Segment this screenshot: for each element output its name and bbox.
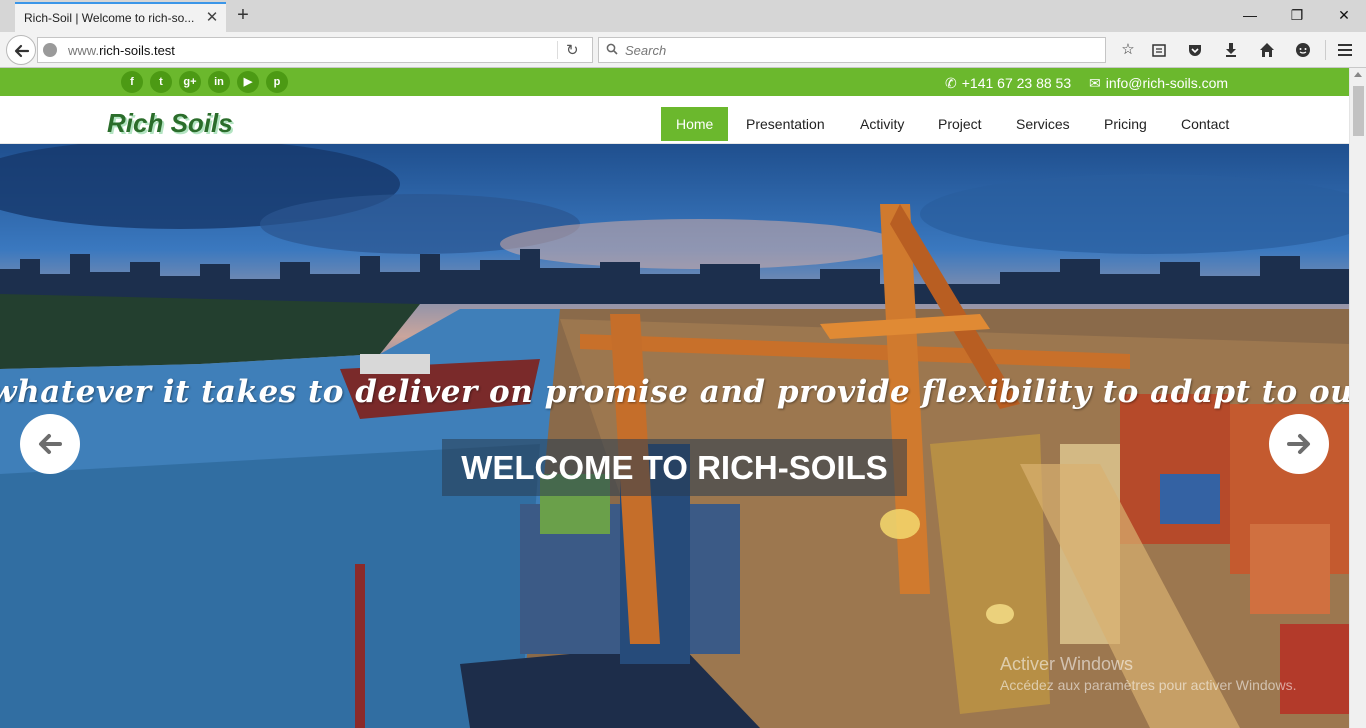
harbor-image [0, 144, 1349, 728]
hero-slider: whatever it takes to deliver on promise … [0, 144, 1349, 728]
back-arrow-icon [14, 44, 30, 58]
menu-presentation[interactable]: Presentation [731, 107, 840, 141]
browser-tab[interactable]: Rich-Soil | Welcome to rich-so... ✕ [15, 2, 226, 32]
email-contact[interactable]: ✉ info@rich-soils.com [1089, 75, 1228, 92]
tab-title: Rich-Soil | Welcome to rich-so... [24, 11, 195, 25]
hero-tagline: whatever it takes to deliver on promise … [0, 374, 1349, 410]
new-tab-button[interactable]: + [233, 5, 253, 25]
maximize-button[interactable]: ❐ [1285, 4, 1309, 26]
browser-navbar: www.rich-soils.test ↻ Search ☆ [0, 32, 1366, 68]
globe-icon [43, 43, 57, 57]
site-topbar: f t g+ in ▶ p ✆ +141 67 23 88 53 ✉ info@ri… [0, 68, 1349, 96]
url-divider [557, 41, 558, 59]
menu-project[interactable]: Project [923, 107, 997, 141]
tab-bar: Rich-Soil | Welcome to rich-so... ✕ + — … [0, 0, 1366, 32]
watermark-line-2: Accédez aux paramètres pour activer Wind… [1000, 677, 1297, 693]
prev-slide-button[interactable] [20, 414, 80, 474]
phone-contact: ✆ +141 67 23 88 53 [945, 75, 1071, 92]
hero-title: WELCOME TO RICH-SOILS [442, 439, 907, 496]
minimize-button[interactable]: — [1238, 4, 1262, 26]
site-logo[interactable]: Rich Soils [107, 108, 233, 139]
tab-close-icon[interactable]: ✕ [204, 10, 220, 26]
linkedin-icon[interactable]: in [208, 71, 230, 93]
menu-activity[interactable]: Activity [845, 107, 919, 141]
page-scrollbar[interactable] [1349, 68, 1366, 728]
site-header: Rich Soils Home Presentation Activity Pr… [0, 96, 1349, 144]
email-address[interactable]: info@rich-soils.com [1106, 75, 1228, 91]
menu-contact[interactable]: Contact [1166, 107, 1244, 141]
star-icon[interactable]: ☆ [1117, 39, 1139, 61]
watermark-line-1: Activer Windows [1000, 654, 1134, 674]
back-button[interactable] [6, 35, 36, 65]
arrow-left-icon [39, 434, 62, 454]
menu-home[interactable]: Home [661, 107, 729, 141]
reading-list-icon[interactable] [1148, 39, 1170, 61]
web-page: f t g+ in ▶ p ✆ +141 67 23 88 53 ✉ info@ri… [0, 68, 1349, 728]
search-placeholder: Search [625, 43, 667, 58]
twitter-icon[interactable]: t [150, 71, 172, 93]
scroll-up-icon[interactable] [1354, 72, 1362, 77]
home-icon[interactable] [1256, 39, 1278, 61]
youtube-icon[interactable]: ▶ [237, 71, 259, 93]
url-prefix: www. [68, 43, 100, 58]
menu-pricing[interactable]: Pricing [1089, 107, 1162, 141]
pocket-icon[interactable] [1184, 39, 1206, 61]
scroll-thumb[interactable] [1353, 86, 1364, 136]
arrow-right-icon [1287, 434, 1310, 454]
chat-icon[interactable] [1292, 39, 1314, 61]
google-plus-icon[interactable]: g+ [179, 71, 201, 93]
menu-icon[interactable] [1334, 39, 1356, 61]
next-slide-button[interactable] [1269, 414, 1329, 474]
toolbar-divider [1325, 40, 1326, 60]
pinterest-icon[interactable]: p [266, 71, 288, 93]
email-icon: ✉ [1089, 75, 1101, 91]
menu-services[interactable]: Services [1001, 107, 1085, 141]
phone-icon: ✆ [945, 75, 957, 91]
phone-number: +141 67 23 88 53 [961, 75, 1072, 91]
download-icon[interactable] [1220, 39, 1242, 61]
close-window-button[interactable]: ✕ [1332, 4, 1356, 26]
url-bar[interactable]: www.rich-soils.test ↻ [37, 37, 593, 63]
search-bar[interactable]: Search [598, 37, 1106, 63]
search-icon [606, 43, 618, 55]
url-host: rich-soils.test [99, 43, 175, 58]
url-text: www.rich-soils.test [68, 43, 175, 58]
facebook-icon[interactable]: f [121, 71, 143, 93]
reload-icon[interactable]: ↻ [566, 41, 579, 59]
windows-activation-watermark: Activer Windows Accédez aux paramètres p… [1000, 654, 1296, 693]
